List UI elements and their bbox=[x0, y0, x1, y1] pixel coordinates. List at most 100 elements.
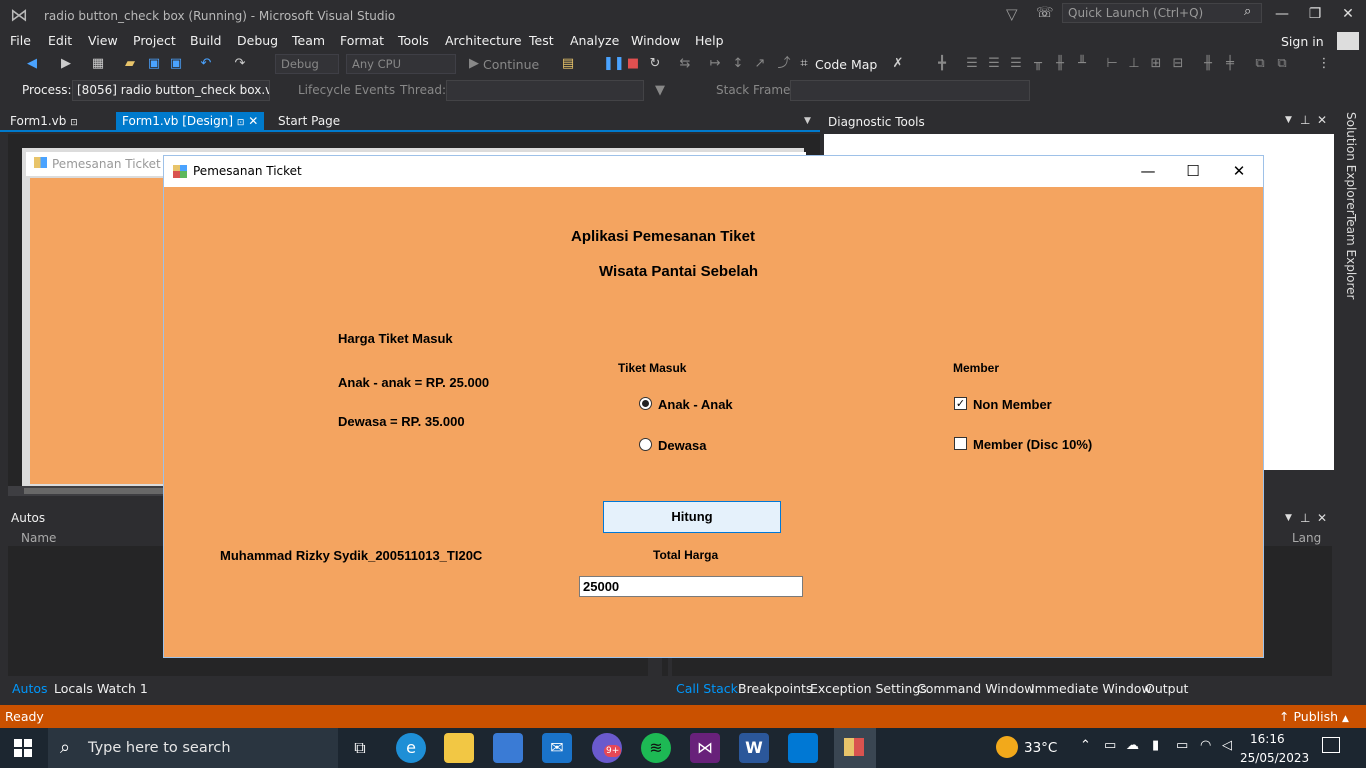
tab-form1-design[interactable]: Form1.vb [Design] ⊡ ✕ bbox=[116, 112, 265, 131]
quick-launch-input[interactable]: Quick Launch (Ctrl+Q) bbox=[1062, 3, 1262, 23]
menu-test[interactable]: Test bbox=[529, 33, 554, 48]
close-tab-icon[interactable]: ✕ bbox=[248, 114, 258, 128]
toolbar-overflow-icon[interactable]: ⋮ bbox=[1316, 56, 1332, 72]
tab-immediate-window[interactable]: Immediate Window bbox=[1031, 681, 1152, 696]
total-field[interactable]: 25000 bbox=[579, 576, 803, 597]
checkbox-member-label[interactable]: Member (Disc 10%) bbox=[973, 437, 1092, 452]
close-pane-icon[interactable]: ✕ bbox=[1317, 511, 1327, 525]
app-minimize-button[interactable]: — bbox=[1128, 160, 1168, 182]
make-same-height-icon[interactable]: ⊥ bbox=[1126, 56, 1142, 72]
menu-file[interactable]: File bbox=[10, 33, 31, 48]
save-icon[interactable]: ▣ bbox=[146, 56, 162, 72]
app-close-button[interactable]: ✕ bbox=[1219, 160, 1259, 182]
open-file-icon[interactable]: ▰ bbox=[122, 56, 138, 72]
menu-analyze[interactable]: Analyze bbox=[570, 33, 619, 48]
weather-icon[interactable] bbox=[996, 736, 1018, 758]
make-same-width-icon[interactable]: ⊢ bbox=[1104, 56, 1120, 72]
thread-select[interactable] bbox=[446, 80, 644, 101]
close-button[interactable]: ✕ bbox=[1334, 3, 1362, 25]
language-column[interactable]: Lang bbox=[1292, 531, 1321, 545]
menu-help[interactable]: Help bbox=[695, 33, 724, 48]
publish-button[interactable]: ↑ Publish ▲ bbox=[1279, 709, 1349, 724]
wifi-icon[interactable]: ◠ bbox=[1200, 738, 1211, 753]
autos-name-column[interactable]: Name bbox=[21, 531, 56, 545]
word-icon[interactable]: W bbox=[739, 733, 769, 763]
windows-start-icon[interactable] bbox=[14, 739, 32, 757]
align-left-icon[interactable]: ☰ bbox=[964, 56, 980, 72]
pin-icon[interactable]: ⊡ bbox=[237, 118, 245, 128]
code-map-button[interactable]: Code Map bbox=[815, 57, 877, 72]
tab-watch1[interactable]: Watch 1 bbox=[97, 681, 148, 696]
tab-form1-code[interactable]: Form1.vb ⊡ bbox=[4, 112, 84, 131]
stack-frame-select[interactable] bbox=[790, 80, 1030, 101]
tab-breakpoints[interactable]: Breakpoints bbox=[738, 681, 812, 696]
volume-icon[interactable]: ◁ bbox=[1222, 738, 1232, 753]
clock-time[interactable]: 16:16 bbox=[1250, 732, 1285, 746]
battery-icon[interactable]: ▭ bbox=[1176, 738, 1188, 753]
menu-edit[interactable]: Edit bbox=[48, 33, 72, 48]
chat-icon[interactable]: 9+ bbox=[592, 733, 622, 763]
app-maximize-button[interactable]: ☐ bbox=[1173, 160, 1213, 182]
tab-autos[interactable]: Autos bbox=[12, 681, 48, 696]
stop-debugging-icon[interactable]: ■ bbox=[625, 56, 641, 72]
photos-icon[interactable] bbox=[788, 733, 818, 763]
step-over-icon[interactable]: ↕ bbox=[730, 56, 746, 72]
tab-exception-settings[interactable]: Exception Settings bbox=[810, 681, 927, 696]
notification-center-icon[interactable] bbox=[1322, 737, 1340, 753]
microphone-icon[interactable]: ▮ bbox=[1152, 738, 1159, 753]
toggle-breakpoint-icon[interactable]: ✗ bbox=[890, 56, 906, 72]
make-same-size-icon[interactable]: ⊞ bbox=[1148, 56, 1164, 72]
step-out-icon[interactable]: ↗ bbox=[752, 56, 768, 72]
account-icon[interactable] bbox=[1337, 32, 1359, 50]
tab-call-stack[interactable]: Call Stack bbox=[676, 681, 738, 696]
pin-icon[interactable]: ⊥ bbox=[1300, 511, 1310, 525]
send-to-back-icon[interactable]: ⧉ bbox=[1274, 56, 1290, 72]
checkbox-non-member[interactable]: ✓ bbox=[954, 397, 967, 410]
calculate-button[interactable]: Hitung bbox=[603, 501, 781, 533]
hex-display-icon[interactable]: ⤴ bbox=[776, 56, 792, 72]
menu-architecture[interactable]: Architecture bbox=[445, 33, 522, 48]
tab-output[interactable]: Output bbox=[1145, 681, 1188, 696]
close-pane-icon[interactable]: ✕ bbox=[1317, 113, 1327, 127]
tab-start-page[interactable]: Start Page bbox=[272, 112, 346, 131]
file-explorer-icon[interactable] bbox=[444, 733, 474, 763]
bring-to-front-icon[interactable]: ⧉ bbox=[1252, 56, 1268, 72]
pin-icon[interactable]: ⊥ bbox=[1300, 113, 1310, 127]
radio-child-label[interactable]: Anak - Anak bbox=[658, 397, 733, 412]
visual-studio-taskbar-icon[interactable]: ⋈ bbox=[690, 733, 720, 763]
menu-format[interactable]: Format bbox=[340, 33, 384, 48]
minimize-button[interactable]: — bbox=[1268, 3, 1296, 25]
align-middle-icon[interactable]: ╫ bbox=[1052, 56, 1068, 72]
designer-form-body[interactable] bbox=[30, 178, 170, 484]
filter-icon[interactable]: ▼ bbox=[652, 83, 668, 99]
undo-icon[interactable]: ↶ bbox=[198, 56, 214, 72]
chevron-up-icon[interactable]: ⌃ bbox=[1080, 738, 1091, 753]
size-to-grid-icon[interactable]: ⊟ bbox=[1170, 56, 1186, 72]
align-icon[interactable]: ╋ bbox=[934, 56, 950, 72]
solution-configuration-select[interactable]: Debug bbox=[275, 54, 339, 74]
restart-icon[interactable]: ↻ bbox=[647, 56, 663, 72]
radio-adult-label[interactable]: Dewasa bbox=[658, 438, 706, 453]
mail-icon[interactable]: ✉ bbox=[542, 733, 572, 763]
align-bottom-icon[interactable]: ╨ bbox=[1074, 56, 1090, 72]
sign-in-link[interactable]: Sign in bbox=[1281, 34, 1324, 49]
checkbox-member[interactable] bbox=[954, 437, 967, 450]
clock-date[interactable]: 25/05/2023 bbox=[1240, 751, 1309, 765]
pane-dropdown-icon[interactable]: ▼ bbox=[1285, 115, 1292, 125]
lifecycle-events-dropdown[interactable]: Lifecycle Events bbox=[298, 83, 395, 97]
tab-overflow-icon[interactable]: ▼ bbox=[804, 116, 811, 126]
onedrive-icon[interactable]: ☁ bbox=[1126, 738, 1139, 753]
radio-adult[interactable] bbox=[639, 438, 652, 451]
restore-button[interactable]: ❐ bbox=[1301, 3, 1329, 25]
navigate-forward-icon[interactable]: ▶ bbox=[58, 56, 74, 72]
menu-tools[interactable]: Tools bbox=[398, 33, 429, 48]
pin-icon[interactable]: ⊡ bbox=[70, 118, 78, 128]
microsoft-store-icon[interactable] bbox=[493, 733, 523, 763]
navigate-back-icon[interactable]: ◀ bbox=[24, 56, 40, 72]
meet-now-icon[interactable]: ▭ bbox=[1104, 738, 1116, 753]
new-project-icon[interactable]: ▦ bbox=[90, 56, 106, 72]
running-app-taskbar-button[interactable] bbox=[834, 728, 876, 768]
checkbox-non-member-label[interactable]: Non Member bbox=[973, 397, 1052, 412]
menu-project[interactable]: Project bbox=[133, 33, 176, 48]
pane-dropdown-icon[interactable]: ▼ bbox=[1285, 513, 1292, 523]
